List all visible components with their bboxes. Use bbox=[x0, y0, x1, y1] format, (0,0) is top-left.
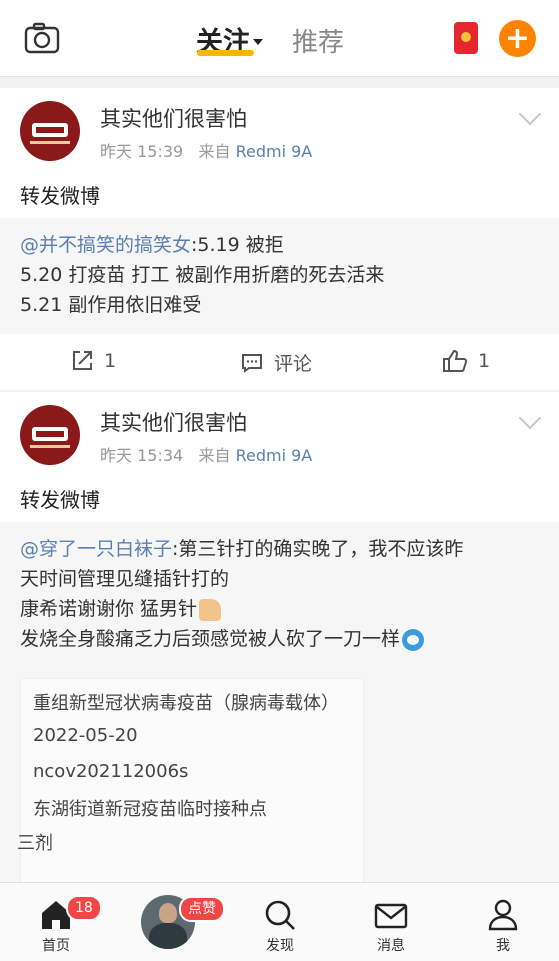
thumbs-up-emoji-icon bbox=[199, 598, 222, 621]
caret-down-icon bbox=[253, 38, 263, 45]
nav-messages[interactable]: 消息 bbox=[351, 883, 431, 961]
image-text-line: 东湖街道新冠疫苗临时接种点 bbox=[33, 799, 267, 820]
username[interactable]: 其实他们很害怕 bbox=[100, 407, 247, 437]
camera-icon[interactable] bbox=[24, 22, 60, 54]
user-icon bbox=[488, 899, 518, 931]
attached-image[interactable]: 重组新型冠状病毒疫苗（腺病毒载体） 2022-05-20 ncov2021120… bbox=[17, 678, 364, 882]
repost-line: 康希诺谢谢你 猛男针 bbox=[20, 594, 539, 624]
home-badge: 18 bbox=[66, 895, 102, 921]
repost-line: 天时间管理见缝插针打的 bbox=[20, 568, 230, 590]
repost-line: :5.19 被拒 bbox=[191, 234, 284, 256]
comment-button[interactable]: 评论 bbox=[240, 349, 312, 376]
nav-messages-label: 消息 bbox=[377, 938, 405, 954]
active-tab-underline bbox=[197, 50, 254, 56]
nav-discover-label: 发现 bbox=[266, 938, 294, 954]
bottom-nav: 首页 18 点赞 发现 消息 我 bbox=[0, 882, 559, 961]
repost-line: 5.20 打疫苗 打工 被副作用折磨的死去活来 bbox=[20, 264, 385, 286]
logo-icon bbox=[32, 427, 68, 441]
doraemon-emoji-icon bbox=[402, 628, 425, 651]
repost-mention[interactable]: @并不搞笑的搞笑女 bbox=[20, 234, 191, 256]
post-time: 昨天 15:39 bbox=[100, 142, 184, 161]
comment-label: 评论 bbox=[274, 353, 313, 375]
image-text-line: 三剂 bbox=[17, 833, 53, 854]
source-prefix: 来自 bbox=[198, 446, 231, 465]
avatar[interactable] bbox=[20, 101, 80, 161]
username[interactable]: 其实他们很害怕 bbox=[100, 103, 247, 133]
feed-post: 其实他们很害怕 昨天 15:39 来自 Redmi 9A 转发微博 @并不搞笑的… bbox=[0, 88, 559, 390]
nav-discover[interactable]: 发现 bbox=[240, 883, 320, 961]
feed-post: 其实他们很害怕 昨天 15:34 来自 Redmi 9A 转发微博 @穿了一只白… bbox=[0, 392, 559, 882]
chevron-down-icon[interactable] bbox=[518, 406, 542, 430]
device-name[interactable]: Redmi 9A bbox=[236, 142, 313, 161]
nav-me-label: 我 bbox=[496, 938, 510, 954]
share-button[interactable]: 1 bbox=[70, 349, 116, 373]
repost-line-text: 发烧全身酸痛乏力后颈感觉被人砍了一刀一样 bbox=[20, 628, 401, 650]
red-packet-icon[interactable] bbox=[454, 22, 478, 54]
post-time: 昨天 15:34 bbox=[100, 446, 184, 465]
top-bar: 关注 推荐 + bbox=[0, 0, 559, 77]
post-meta: 昨天 15:34 来自 Redmi 9A bbox=[100, 442, 312, 466]
tab-recommend[interactable]: 推荐 bbox=[292, 22, 344, 59]
source-prefix: 来自 bbox=[198, 142, 231, 161]
nav-home-label: 首页 bbox=[42, 938, 70, 954]
image-text-line: ncov202112006s bbox=[33, 761, 189, 782]
repost-line: 发烧全身酸痛乏力后颈感觉被人砍了一刀一样 bbox=[20, 624, 539, 654]
thumbs-up-icon bbox=[443, 349, 468, 372]
post-actions: 1 评论 1 bbox=[0, 334, 559, 390]
device-name[interactable]: Redmi 9A bbox=[236, 446, 313, 465]
repost-content[interactable]: @并不搞笑的搞笑女:5.19 被拒 5.20 打疫苗 打工 被副作用折磨的死去活… bbox=[0, 218, 559, 334]
coin-icon bbox=[461, 32, 471, 42]
post-text: 转发微博 bbox=[20, 184, 100, 208]
repost-mention[interactable]: @穿了一只白袜子 bbox=[20, 538, 172, 560]
comment-icon bbox=[242, 353, 262, 373]
image-text-line: 重组新型冠状病毒疫苗（腺病毒载体） bbox=[33, 693, 339, 714]
nav-me[interactable]: 我 bbox=[463, 883, 543, 961]
add-button[interactable]: + bbox=[499, 20, 536, 57]
post-meta: 昨天 15:39 来自 Redmi 9A bbox=[100, 138, 312, 162]
logo-icon bbox=[32, 123, 68, 137]
repost-line: :第三针打的确实晚了，我不应该昨 bbox=[172, 538, 464, 560]
search-icon bbox=[265, 900, 295, 930]
repost-line: 5.21 副作用依旧难受 bbox=[20, 294, 202, 316]
avatar-badge: 点赞 bbox=[179, 896, 225, 922]
post-text: 转发微博 bbox=[20, 488, 100, 512]
chevron-down-icon[interactable] bbox=[518, 102, 542, 126]
share-count: 1 bbox=[104, 350, 117, 372]
like-button[interactable]: 1 bbox=[442, 349, 490, 373]
image-text-line: 2022-05-20 bbox=[33, 725, 138, 746]
mail-icon bbox=[374, 903, 408, 929]
share-icon bbox=[73, 351, 92, 370]
like-count: 1 bbox=[478, 350, 491, 372]
avatar[interactable] bbox=[20, 405, 80, 465]
repost-line-text: 康希诺谢谢你 猛男针 bbox=[20, 598, 198, 620]
